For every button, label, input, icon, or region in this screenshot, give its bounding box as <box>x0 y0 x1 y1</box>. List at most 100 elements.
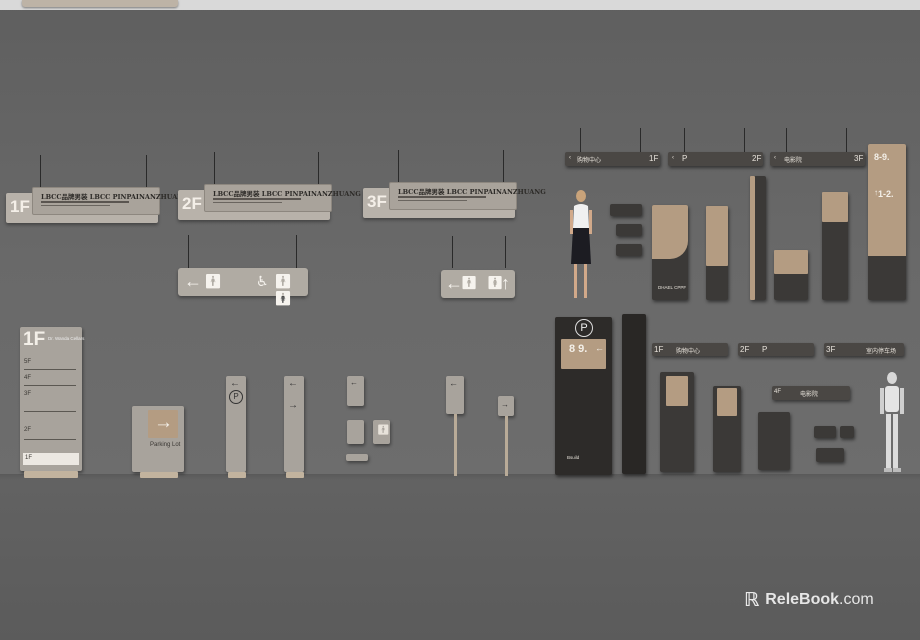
tall-directory-totem: 8-9. 1-2. ↑ <box>868 144 906 300</box>
floor-line <box>0 474 920 480</box>
tan-top-panel <box>774 250 808 274</box>
chevron-left-icon: ‹ <box>569 155 571 161</box>
plaque-floor: 4F <box>774 389 782 395</box>
small-wall-sign <box>610 204 642 216</box>
sign-base <box>140 472 178 478</box>
ceiling-strip-sign: ‹ 购物中心 1F <box>565 152 660 166</box>
totem-subtitle: Dr. Wanda Cellars <box>48 336 85 341</box>
sign-base <box>228 472 246 478</box>
hanging-floor-sign-2f: 2F LBCC品牌男装 LBCC PINPAINANZHUANG <box>178 184 361 220</box>
arrow-right-icon: → <box>288 400 298 411</box>
parking-label: Parking Lot <box>150 442 181 448</box>
wall-plaque: ← <box>347 376 364 406</box>
divider <box>24 439 76 440</box>
info-totem <box>660 372 694 472</box>
strip-floor: 3F <box>826 345 836 354</box>
arrow-right-icon: → <box>501 400 509 409</box>
directory-totem: 1F Dr. Wanda Cellars 5F 4F 3F 2F 1F <box>20 327 85 471</box>
small-wall-sign <box>840 426 854 438</box>
level-label: 2F <box>24 427 32 433</box>
wall-plaque <box>347 420 364 444</box>
arrow-left-icon: ← <box>449 378 458 388</box>
pole-sign: ← <box>446 376 464 414</box>
arrow-up-icon: ↑ <box>874 188 878 197</box>
arrow-left-icon: ← <box>184 271 202 291</box>
floor-number: 2F <box>182 194 202 213</box>
sign-subtext <box>41 201 130 203</box>
hanging-floor-sign-1f: 1F LBCC品牌男装 LBCC PINPAINANZHUANG <box>6 187 189 223</box>
small-wall-sign <box>816 448 844 462</box>
man-icon: 🚹︎ <box>204 273 222 289</box>
hanging-floor-sign-3f: 3F LBCC品牌男装 LBCC PINPAINANZHUANG <box>363 182 546 218</box>
low-kiosk <box>774 250 808 300</box>
wheelchair-icon: ♿︎ <box>256 273 269 289</box>
arrow-left-icon: ← <box>230 378 240 389</box>
sign-pole <box>454 414 457 476</box>
level-label: 4F <box>24 375 32 381</box>
strip-label: 购物中心 <box>676 349 701 355</box>
strip-label: P <box>762 345 768 354</box>
woman-figure <box>570 190 592 298</box>
relebook-logo-icon: ℝ <box>744 589 760 611</box>
top-tab <box>22 0 178 7</box>
man-icon: 🚹︎ <box>377 425 390 436</box>
small-wall-sign <box>616 244 642 256</box>
wall-panel-sign <box>758 412 790 470</box>
strip-label: 购物中心 <box>577 158 602 164</box>
wall-plaque-small <box>346 454 368 461</box>
side-totem <box>622 314 646 474</box>
tan-edge <box>750 176 755 300</box>
level-label: 3F <box>24 391 32 397</box>
sign-pole <box>505 416 508 476</box>
sign-title: LBCC品牌男装 LBCC PINPAINANZHUANG <box>41 193 189 201</box>
strip-floor: 3F <box>854 154 864 163</box>
directory-slim-totem <box>822 192 848 300</box>
strip-floor: 1F <box>654 345 664 354</box>
parking-pole-sign: ← P <box>226 376 246 472</box>
parking-lot-sign: → Parking Lot <box>132 406 184 472</box>
sign-subtext <box>398 200 468 201</box>
hanging-wire <box>580 128 581 152</box>
pole-sign-small: → <box>498 396 514 416</box>
current-floor-highlight: 1F <box>23 453 79 465</box>
chevron-left-icon: ‹ <box>672 155 674 161</box>
floor-number: 1F <box>10 197 30 216</box>
top-strip <box>0 0 920 10</box>
robot-figure <box>880 372 904 472</box>
sign-base <box>286 472 304 478</box>
strip-floor: 1F <box>649 154 659 163</box>
tan-panel <box>717 388 737 416</box>
strip-label: P <box>682 154 688 163</box>
parking-p-icon: P <box>575 319 593 337</box>
lower-strip-sign: 2F P <box>738 343 814 356</box>
hanging-wire <box>505 236 506 268</box>
level-label: 1F <box>25 455 33 461</box>
sign-title: LBCC品牌男装 LBCC PINPAINANZHUANG <box>213 190 361 198</box>
direction-pole-sign: ← → <box>284 376 304 472</box>
plaque-label: 电影院 <box>800 392 819 398</box>
watermark: ℝ ReleBook .com <box>744 588 874 612</box>
hanging-wire <box>296 235 297 268</box>
floor-panel: 8 9. ← <box>561 339 606 369</box>
family-icon: 🚹︎🚺︎ <box>274 273 292 306</box>
sign-subtext <box>213 202 283 203</box>
hanging-wire <box>146 155 147 187</box>
sign-panel: LBCC品牌男装 LBCC PINPAINANZHUANG <box>32 187 189 215</box>
restroom-direction-board: ← 🚹︎ ♿︎ 🚹︎🚺︎ <box>178 268 308 306</box>
floor-range: 1-2. <box>878 189 894 199</box>
strip-floor: 2F <box>752 154 762 163</box>
divider <box>24 385 76 386</box>
info-totem-small <box>713 386 741 472</box>
sign-subtext <box>41 205 111 206</box>
sign-title: LBCC品牌男装 LBCC PINPAINANZHUANG <box>398 188 546 196</box>
small-wall-sign <box>814 426 836 438</box>
divider <box>24 369 76 370</box>
parking-p-icon: P <box>229 390 243 404</box>
kiosk-sign: DHAEL CPPF <box>652 205 688 300</box>
arrow-right-icon: → <box>154 412 173 433</box>
level-label: 5F <box>24 359 32 365</box>
ceiling-strip-sign: ‹ P 2F <box>668 152 763 166</box>
strip-floor: 2F <box>740 345 750 354</box>
sign-subtext <box>213 198 302 200</box>
tan-top-panel <box>652 205 688 259</box>
